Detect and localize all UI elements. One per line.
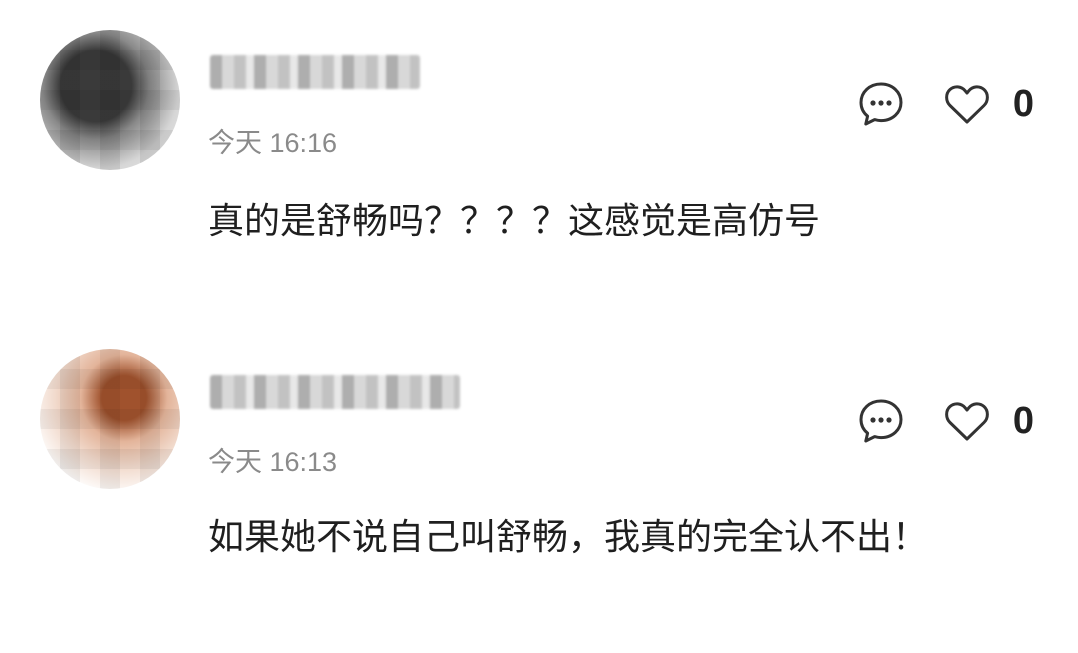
- like-count: 0: [1012, 399, 1034, 442]
- comment-bubble-icon[interactable]: [857, 80, 905, 128]
- username-blurred[interactable]: [210, 375, 460, 409]
- avatar[interactable]: [40, 30, 180, 170]
- like-group: 0: [943, 80, 1034, 128]
- comment-actions: 0: [857, 80, 1034, 128]
- avatar[interactable]: [40, 349, 180, 489]
- comment-text: 如果她不说自己叫舒畅，我真的完全认不出！: [208, 517, 929, 558]
- comment-text: 真的是舒畅吗？？？？这感觉是高仿号: [208, 201, 821, 242]
- comment-timestamp: 今天 16:16: [208, 128, 338, 158]
- like-group: 0: [943, 397, 1034, 445]
- heart-outline-icon[interactable]: [943, 80, 991, 128]
- like-count: 0: [1012, 82, 1034, 125]
- comment-bubble-icon[interactable]: [857, 397, 905, 445]
- comment-timestamp: 今天 16:13: [208, 447, 338, 477]
- username-blurred[interactable]: [210, 55, 420, 89]
- heart-outline-icon[interactable]: [943, 397, 991, 445]
- comment-actions: 0: [857, 397, 1034, 445]
